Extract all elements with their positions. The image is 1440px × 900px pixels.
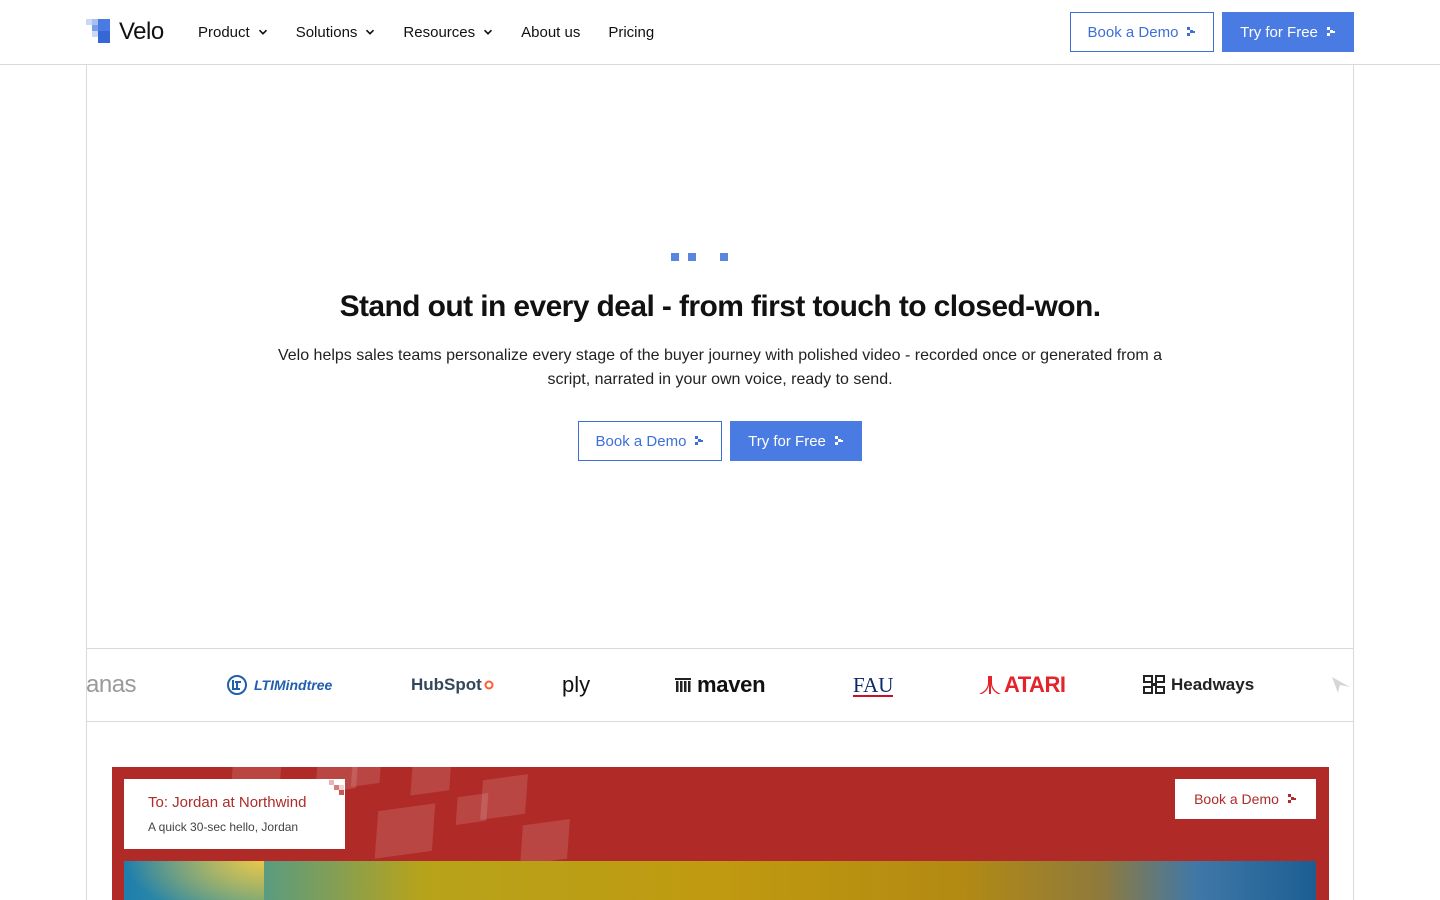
card-book-demo-button[interactable]: Book a Demo — [1175, 779, 1316, 819]
logo-ltimindtree: LTIMindtree — [226, 649, 332, 721]
logo-anas: anas — [86, 649, 137, 721]
header-book-demo-button[interactable]: Book a Demo — [1070, 12, 1214, 52]
corner-pixel-icon — [323, 779, 345, 797]
hubspot-sprocket-icon — [484, 680, 494, 690]
nav-label: Product — [198, 23, 250, 41]
logo-ply: ply — [562, 649, 590, 721]
hero-book-demo-button[interactable]: Book a Demo — [578, 421, 722, 461]
recipient-subline: A quick 30-sec hello, Jordan — [148, 820, 299, 834]
brand-logo[interactable]: Velo — [86, 18, 164, 45]
pixel-arrow-icon — [1326, 26, 1335, 36]
button-label: Book a Demo — [595, 432, 687, 450]
logo-text: ATARI — [1004, 672, 1066, 697]
logo-text: ply — [562, 672, 591, 697]
chevron-down-icon — [258, 29, 267, 35]
pixel-arrow-icon — [1187, 26, 1196, 36]
button-label: Try for Free — [1240, 23, 1318, 41]
loading-dots-icon — [671, 253, 731, 261]
velo-logo-icon — [86, 19, 112, 45]
logo-text: anas — [86, 671, 137, 698]
button-label: Book a Demo — [1194, 791, 1279, 807]
header-try-free-button[interactable]: Try for Free — [1222, 12, 1354, 52]
brand-name: Velo — [119, 18, 164, 45]
recipient-line: To: Jordan at Northwind — [148, 794, 307, 811]
nav-item-product[interactable]: Product — [198, 20, 268, 44]
logo-text: Headways — [1171, 675, 1255, 694]
logo-maven: maven — [674, 649, 766, 721]
chevron-down-icon — [366, 29, 375, 35]
pixel-arrow-icon — [695, 435, 704, 445]
video-demo-card: To: Jordan at Northwind A quick 30-sec h… — [112, 767, 1329, 900]
hero-try-free-button[interactable]: Try for Free — [730, 421, 862, 461]
logo-text: maven — [697, 672, 766, 697]
nav-item-resources[interactable]: Resources — [403, 20, 493, 44]
customer-logo-strip: anas LTIMindtree HubSpot ply maven FAU A… — [86, 648, 1354, 722]
hero-cta-group: Book a Demo Try for Free — [0, 421, 1440, 461]
logo-text: HubSpot — [411, 675, 482, 694]
main-nav: Product Solutions Resources About us Pri… — [198, 20, 682, 44]
logo-text: LTIMindtree — [254, 677, 333, 693]
nav-item-solutions[interactable]: Solutions — [296, 20, 376, 44]
nav-label: Pricing — [608, 23, 655, 41]
headways-icon — [1143, 675, 1165, 694]
button-label: Book a Demo — [1087, 23, 1179, 41]
frame-line-right — [1353, 65, 1354, 900]
recipient-card: To: Jordan at Northwind A quick 30-sec h… — [124, 779, 345, 849]
nav-item-pricing[interactable]: Pricing — [608, 20, 654, 44]
logo-atari: ATARI — [978, 649, 1066, 721]
frame-line-left — [86, 65, 87, 900]
chevron-down-icon — [484, 29, 493, 35]
site-header: Velo Product Solutions Resources About u… — [0, 0, 1440, 65]
logo-text: FAU — [853, 673, 894, 697]
pixel-arrow-icon — [1287, 793, 1296, 803]
pixel-arrow-icon — [834, 435, 843, 445]
video-preview[interactable] — [124, 861, 1316, 900]
nav-label: Resources — [403, 23, 476, 41]
logo-hubspot: HubSpot — [411, 649, 494, 721]
logo-fau: FAU — [853, 673, 894, 697]
ltimindtree-icon — [227, 675, 247, 695]
maven-icon — [675, 678, 691, 692]
logo-headways: Headways — [1143, 649, 1254, 721]
nav-label: About us — [521, 23, 581, 41]
hero-title: Stand out in every deal - from first tou… — [339, 290, 1101, 323]
nav-item-about-us[interactable]: About us — [521, 20, 580, 44]
nav-label: Solutions — [295, 23, 358, 41]
atari-fuji-icon — [979, 676, 1001, 694]
hero-subtitle: Velo helps sales teams personalize every… — [277, 347, 1163, 388]
logo-partial-bird-icon — [1330, 649, 1352, 721]
button-label: Try for Free — [748, 432, 826, 450]
